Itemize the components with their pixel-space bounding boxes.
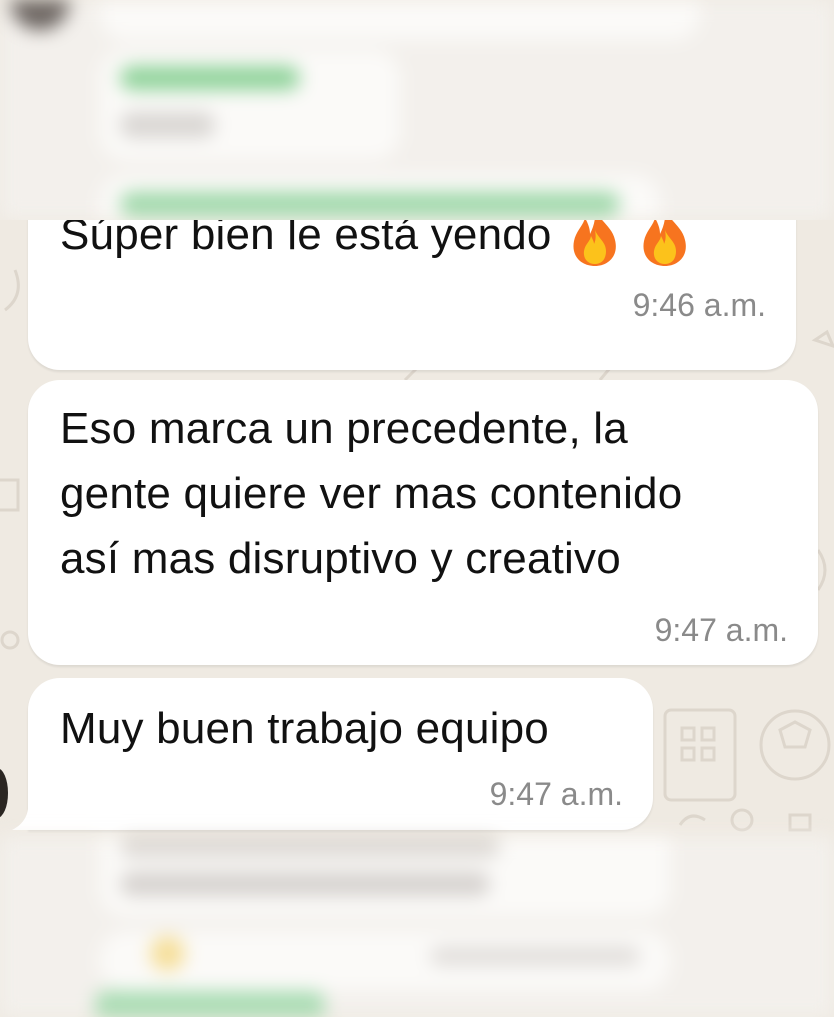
message-bubble[interactable]: Eso marca un precedente, la gente quiere… [28, 380, 818, 665]
chat-conversation: Súper bien le está yendo 9:46 a.m. Eso m… [0, 220, 834, 836]
message-text: Eso marca un precedente, la gente quiere… [60, 396, 682, 591]
message-text-line: Eso marca un precedente, la [60, 404, 628, 453]
message-text: Súper bien le está yendo [60, 220, 692, 268]
message-text: Muy buen trabajo equipo [60, 704, 549, 753]
blurred-text [120, 112, 215, 138]
blurred-previous-messages [0, 0, 834, 220]
blurred-message-bubble [100, 0, 700, 40]
blurred-text [430, 946, 640, 966]
blurred-text [120, 872, 490, 896]
message-bubble[interactable]: Súper bien le está yendo 9:46 a.m. [28, 220, 796, 370]
blurred-next-messages [0, 836, 834, 1017]
fire-emoji-icon [643, 220, 687, 267]
blurred-emoji [150, 936, 185, 971]
message-timestamp: 9:46 a.m. [632, 287, 766, 323]
message-tail-icon [12, 784, 46, 830]
message-timestamp: 9:47 a.m. [654, 612, 788, 648]
message-text-line: así mas disruptivo y creativo [60, 534, 621, 583]
message-text-content: Súper bien le está yendo [60, 220, 552, 259]
message-bubble[interactable]: Muy buen trabajo equipo 9:47 a.m. [28, 678, 653, 830]
message-text-line: gente quiere ver mas contenido [60, 469, 683, 518]
blurred-text [120, 836, 500, 858]
fire-emoji-icon [573, 220, 616, 267]
blurred-sender-name [120, 66, 300, 90]
blurred-sender-name [95, 991, 325, 1017]
blurred-avatar [10, 0, 70, 30]
blurred-sender-name [120, 192, 620, 216]
message-timestamp: 9:47 a.m. [489, 776, 623, 812]
